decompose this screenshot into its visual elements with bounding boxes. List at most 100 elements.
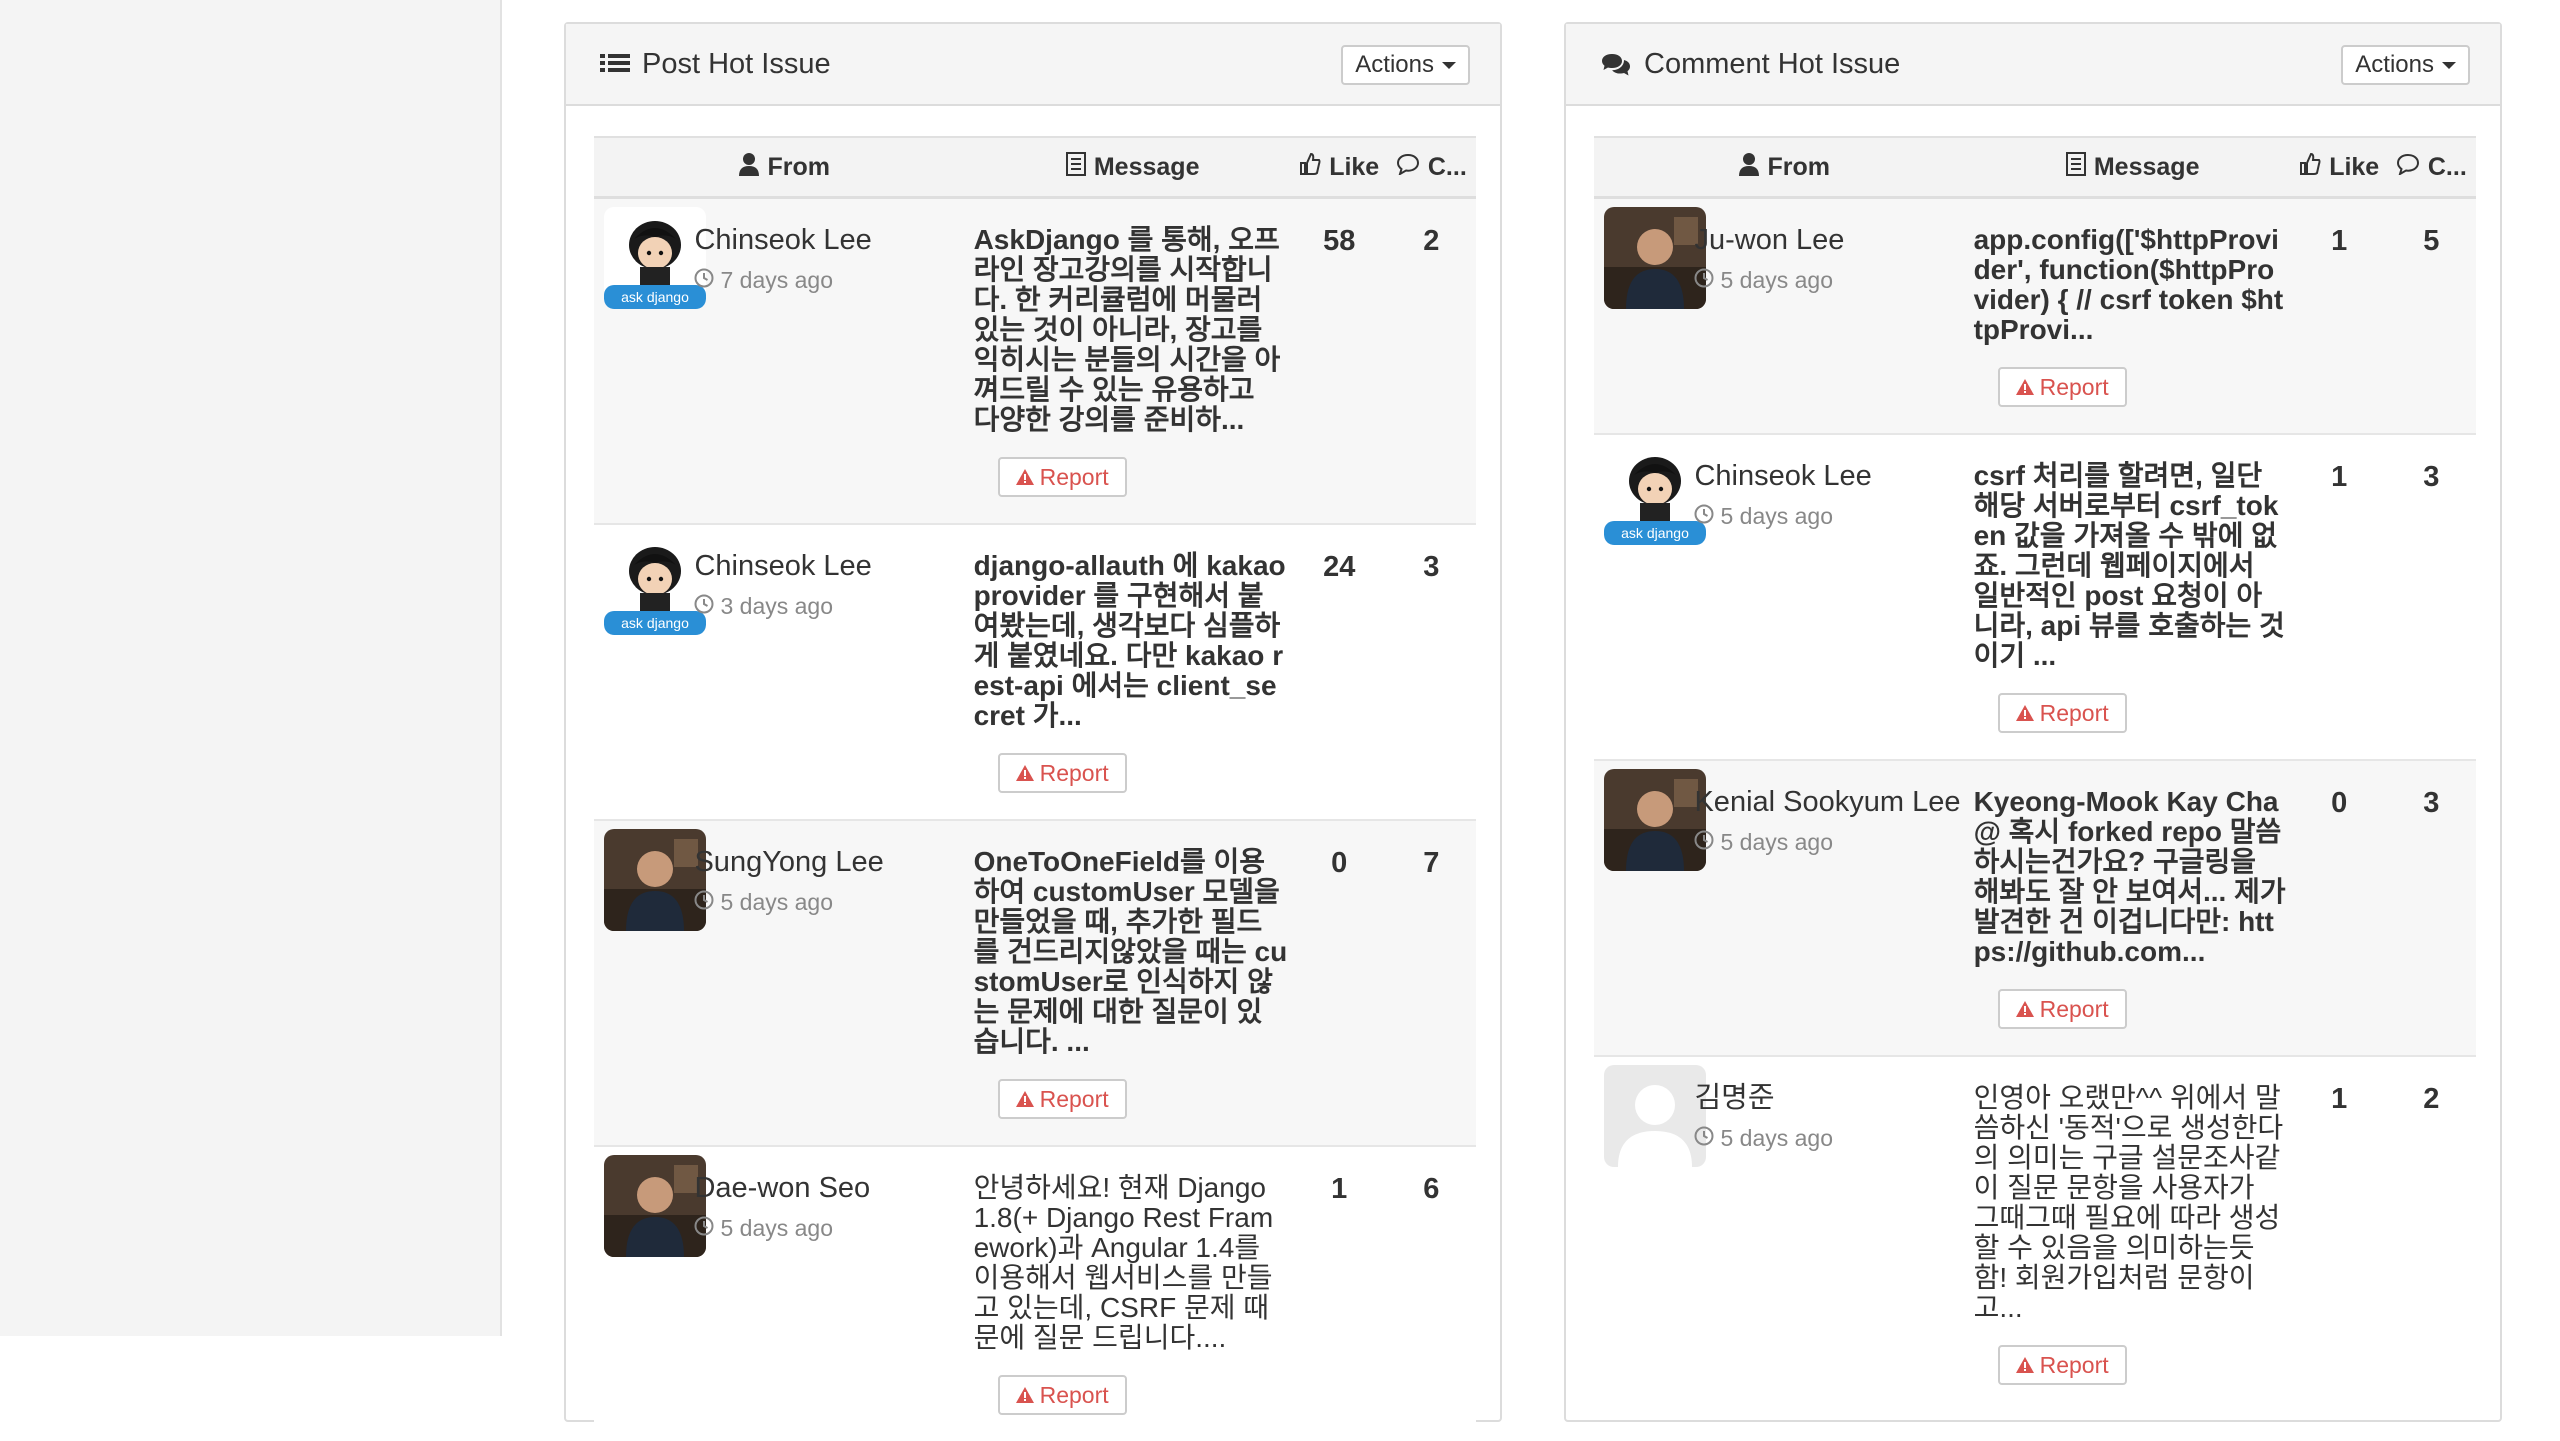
comment-count: 2 xyxy=(2387,1083,2476,1116)
message-cell: 인영아 오랬만^^ 위에서 말씀하신 '동적'으로 생성한다의 의미는 구글 설… xyxy=(1974,1056,2292,1411)
column-like-label: Like xyxy=(2329,153,2379,182)
author-name[interactable]: 김명준 xyxy=(1694,1083,1973,1113)
avatar[interactable] xyxy=(604,829,706,931)
column-header-from[interactable]: From xyxy=(594,137,974,198)
author-name[interactable]: Ju-won Lee xyxy=(1694,225,1973,255)
comment-icon xyxy=(1396,153,1420,182)
panel-title: Post Hot Issue xyxy=(600,48,831,81)
message-text[interactable]: 안녕하세요! 현재 Django 1.8(+ Django Rest Frame… xyxy=(974,1173,1292,1353)
message-text[interactable]: csrf 처리를 할려면, 일단 해당 서버로부터 csrf_token 값을 … xyxy=(1974,461,2292,671)
post-time: 7 days ago xyxy=(694,267,973,294)
message-text[interactable]: OneToOneField를 이용하여 customUser 모델을 만들었을 … xyxy=(974,847,1292,1057)
author-name[interactable]: Chinseok Lee xyxy=(694,225,973,255)
report-button[interactable]: Report xyxy=(1998,367,2127,407)
avatar[interactable]: ask django xyxy=(1604,443,1706,545)
comment-count: 6 xyxy=(1387,1173,1476,1206)
report-label: Report xyxy=(1040,1382,1109,1409)
avatar[interactable] xyxy=(604,1155,706,1257)
post-time: 5 days ago xyxy=(1694,829,1973,856)
post-time: 5 days ago xyxy=(1694,1125,1973,1152)
message-text[interactable]: Kyeong-Mook Kay Cha @ 혹시 forked repo 말씀하… xyxy=(1974,787,2292,967)
message-text[interactable]: app.config(['$httpProvider', function($h… xyxy=(1974,225,2292,345)
avatar[interactable]: ask django xyxy=(604,533,706,635)
caret-down-icon xyxy=(1442,62,1456,69)
message-cell: AskDjango 를 통해, 오프라인 장고강의를 시작합니다. 한 커리큘럼… xyxy=(974,198,1292,525)
panel-title-text: Post Hot Issue xyxy=(642,48,831,81)
comments-cell: 2 xyxy=(2387,1056,2476,1411)
warning-icon xyxy=(1016,1382,1034,1409)
from-cell: Chinseok Lee 5 days ago xyxy=(1694,434,1973,760)
message-text[interactable]: AskDjango 를 통해, 오프라인 장고강의를 시작합니다. 한 커리큘럼… xyxy=(974,225,1292,435)
report-button[interactable]: Report xyxy=(1998,1345,2127,1385)
message-cell: Kyeong-Mook Kay Cha @ 혹시 forked repo 말씀하… xyxy=(1974,760,2292,1056)
user-icon xyxy=(738,152,760,183)
from-cell: Chinseok Lee 7 days ago xyxy=(694,198,973,525)
comments-icon xyxy=(1600,52,1632,78)
time-text: 5 days ago xyxy=(1720,267,1833,294)
column-header-like[interactable]: Like xyxy=(1292,137,1387,198)
clock-icon xyxy=(694,1215,714,1242)
message-text[interactable]: django-allauth 에 kakao provider 를 구현해서 붙… xyxy=(974,551,1292,731)
actions-label: Actions xyxy=(1355,51,1434,79)
column-header-message[interactable]: Message xyxy=(974,137,1292,198)
time-text: 7 days ago xyxy=(720,267,833,294)
author-name[interactable]: Chinseok Lee xyxy=(694,551,973,581)
from-cell: Dae-won Seo 5 days ago xyxy=(694,1146,973,1441)
like-cell: 1 xyxy=(2292,198,2387,435)
report-button[interactable]: Report xyxy=(1998,989,2127,1029)
comments-cell: 5 xyxy=(2387,198,2476,435)
like-cell: 0 xyxy=(2292,760,2387,1056)
warning-icon xyxy=(2016,700,2034,727)
message-cell: django-allauth 에 kakao provider 를 구현해서 붙… xyxy=(974,524,1292,820)
from-cell: SungYong Lee 5 days ago xyxy=(694,820,973,1146)
post-time: 5 days ago xyxy=(694,1215,973,1242)
actions-dropdown-button[interactable]: Actions xyxy=(1341,45,1470,85)
comment-count: 3 xyxy=(1387,551,1476,584)
author-name[interactable]: Kenial Sookyum Lee xyxy=(1694,787,1973,817)
avatar[interactable] xyxy=(1604,207,1706,309)
like-count: 1 xyxy=(2292,461,2387,494)
comment-count: 3 xyxy=(2387,461,2476,494)
author-name[interactable]: SungYong Lee xyxy=(694,847,973,877)
avatar[interactable]: ask django xyxy=(604,207,706,309)
avatar-logo-text: ask django xyxy=(1621,525,1689,541)
warning-icon xyxy=(1016,1086,1034,1113)
report-button[interactable]: Report xyxy=(998,1375,1127,1415)
actions-dropdown-button[interactable]: Actions xyxy=(2341,45,2470,85)
comment-icon xyxy=(2396,153,2420,182)
column-header-from[interactable]: From xyxy=(1594,137,1974,198)
clock-icon xyxy=(1694,267,1714,294)
avatar[interactable] xyxy=(1604,1065,1706,1167)
panel-heading: Post Hot Issue Actions xyxy=(566,24,1500,106)
message-text[interactable]: 인영아 오랬만^^ 위에서 말씀하신 '동적'으로 생성한다의 의미는 구글 설… xyxy=(1974,1083,2292,1323)
message-cell: csrf 처리를 할려면, 일단 해당 서버로부터 csrf_token 값을 … xyxy=(1974,434,2292,760)
report-label: Report xyxy=(2040,1352,2109,1379)
thumbs-up-icon xyxy=(1299,152,1321,183)
report-button[interactable]: Report xyxy=(998,1079,1127,1119)
comment-count: 5 xyxy=(2387,225,2476,258)
column-header-message[interactable]: Message xyxy=(1974,137,2292,198)
comment-hot-issue-panel: Comment Hot Issue Actions From Message L… xyxy=(1564,22,2502,1422)
comment-count: 2 xyxy=(1387,225,1476,258)
post-time: 5 days ago xyxy=(1694,503,1973,530)
report-label: Report xyxy=(1040,464,1109,491)
report-button[interactable]: Report xyxy=(1998,693,2127,733)
post-hot-issue-table: From Message Like C... ask djangoChinseo… xyxy=(594,136,1476,1441)
clock-icon xyxy=(1694,503,1714,530)
column-header-comments[interactable]: C... xyxy=(2387,137,2476,198)
author-name[interactable]: Chinseok Lee xyxy=(1694,461,1973,491)
column-header-like[interactable]: Like xyxy=(2292,137,2387,198)
report-button[interactable]: Report xyxy=(998,753,1127,793)
report-button[interactable]: Report xyxy=(998,457,1127,497)
post-time: 5 days ago xyxy=(1694,267,1973,294)
time-text: 5 days ago xyxy=(720,889,833,916)
column-header-comments[interactable]: C... xyxy=(1387,137,1476,198)
author-name[interactable]: Dae-won Seo xyxy=(694,1173,973,1203)
file-text-icon xyxy=(2066,152,2086,183)
clock-icon xyxy=(694,889,714,916)
avatar-cell xyxy=(1594,1056,1694,1411)
report-label: Report xyxy=(2040,996,2109,1023)
list-icon xyxy=(600,53,630,77)
caret-down-icon xyxy=(2442,62,2456,69)
avatar[interactable] xyxy=(1604,769,1706,871)
